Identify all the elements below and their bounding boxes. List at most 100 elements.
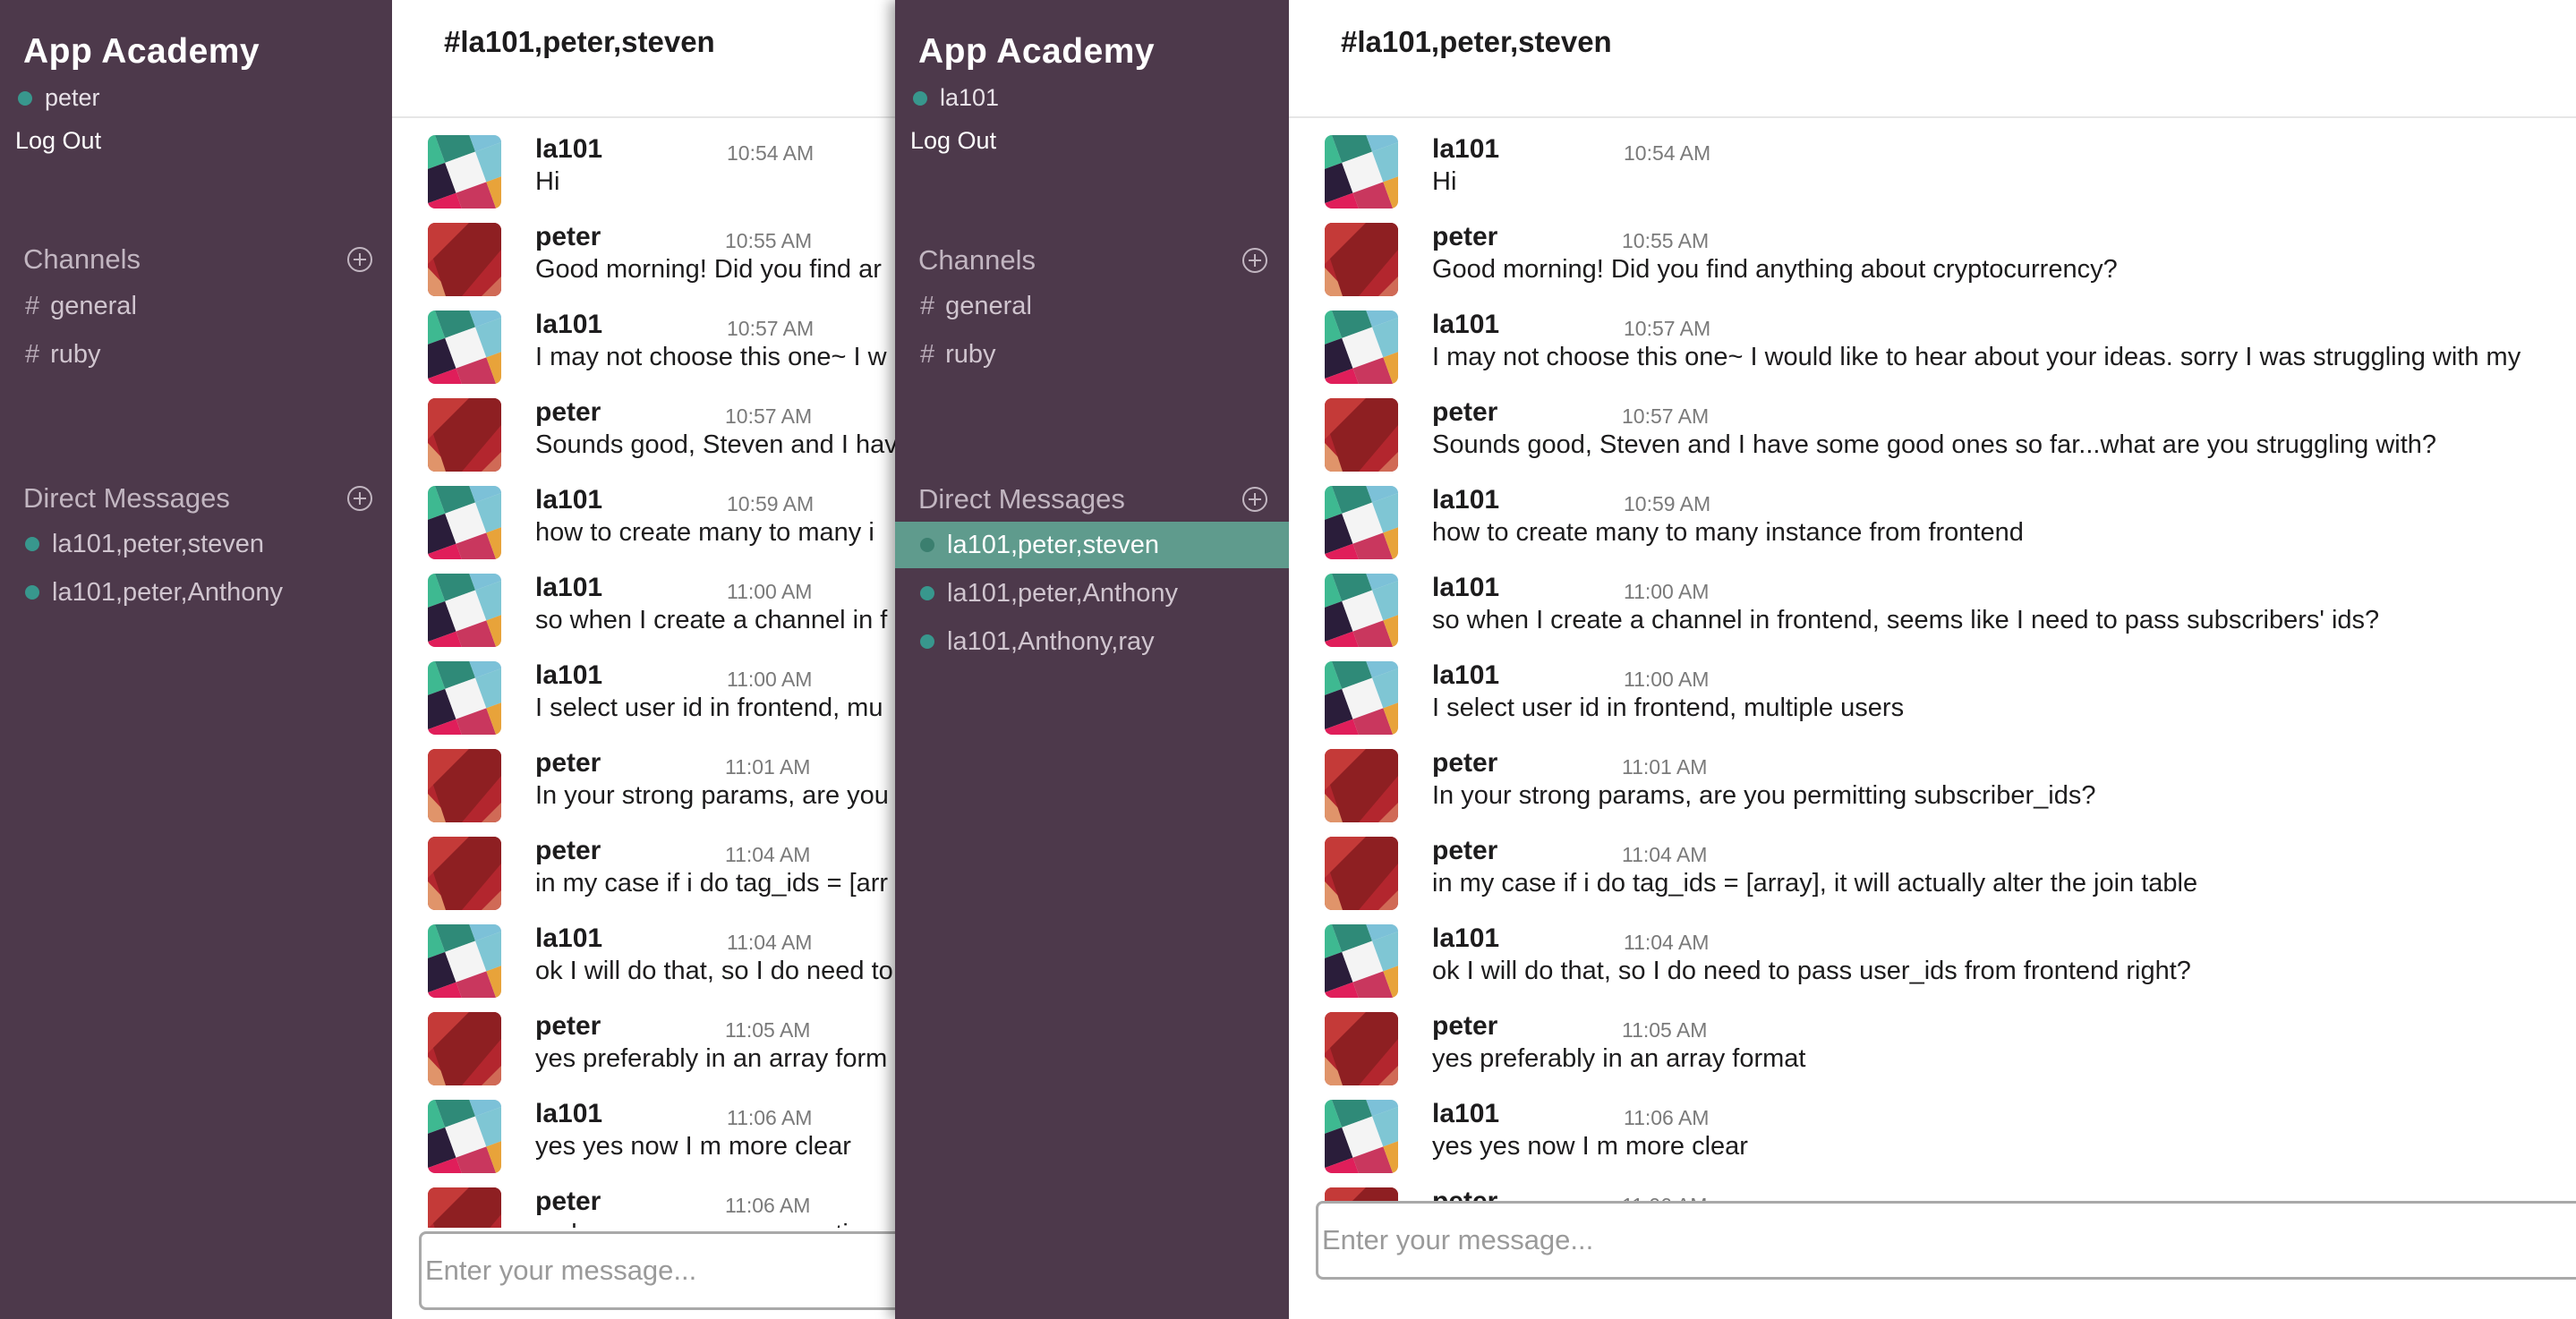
channels-heading[interactable]: Channels bbox=[918, 244, 1036, 277]
sidebar-item-channel-ruby[interactable]: # ruby bbox=[895, 331, 1289, 378]
message-author[interactable]: la101 bbox=[535, 134, 602, 165]
message-author[interactable]: peter bbox=[1432, 1011, 1497, 1042]
message-author[interactable]: la101 bbox=[535, 310, 602, 340]
message-author[interactable]: la101 bbox=[535, 660, 602, 691]
avatar[interactable] bbox=[428, 749, 501, 822]
message-author[interactable]: peter bbox=[1432, 222, 1497, 252]
sidebar-item-channel-general[interactable]: # general bbox=[0, 283, 392, 329]
message-timestamp: 11:06 AM bbox=[1622, 1194, 1707, 1201]
message-text: Sounds good, Steven and I have some good… bbox=[1432, 430, 2437, 459]
message-text: so when I create a channel in frontend, … bbox=[1432, 606, 2380, 634]
message-text: I may not choose this one~ I would like … bbox=[1432, 343, 2521, 371]
avatar[interactable] bbox=[428, 924, 501, 998]
message-text: in my case if i do tag_ids = [array], it… bbox=[1432, 869, 2198, 898]
logout-link[interactable]: Log Out bbox=[15, 127, 101, 155]
message-author[interactable]: la101 bbox=[1432, 660, 1499, 691]
message-author[interactable]: peter bbox=[535, 222, 601, 252]
avatar[interactable] bbox=[428, 1012, 501, 1085]
message-row: la101 11:00 AM so when I create a channel … bbox=[392, 566, 895, 653]
message-list[interactable]: la101 10:54 AM Hi peter 10:55 AM Good morning… bbox=[392, 116, 895, 1228]
message-author[interactable]: la101 bbox=[535, 1099, 602, 1129]
avatar[interactable] bbox=[428, 486, 501, 559]
message-author[interactable]: la101 bbox=[1432, 310, 1499, 340]
sidebar-item-label: la101,peter,steven bbox=[947, 530, 1160, 559]
message-timestamp: 10:55 AM bbox=[1622, 229, 1710, 252]
message-author[interactable]: la101 bbox=[1432, 485, 1499, 515]
channel-header: #la101,peter,steven bbox=[392, 0, 895, 118]
message-author[interactable]: peter bbox=[535, 1011, 601, 1042]
avatar[interactable] bbox=[1325, 924, 1398, 998]
message-timestamp: 11:00 AM bbox=[727, 580, 813, 603]
message-author[interactable]: la101 bbox=[1432, 573, 1499, 603]
avatar[interactable] bbox=[428, 223, 501, 296]
avatar[interactable] bbox=[1325, 749, 1398, 822]
message-author[interactable]: la101 bbox=[535, 485, 602, 515]
avatar[interactable] bbox=[1325, 661, 1398, 735]
message-text: yes yes now I m more clear bbox=[535, 1132, 851, 1161]
avatar[interactable] bbox=[428, 398, 501, 472]
sidebar-item-channel-general[interactable]: # general bbox=[895, 283, 1289, 329]
main-panel: #la101,peter,steven la101 10:54 AM Hi peter… bbox=[392, 0, 895, 1319]
message-text: Hi bbox=[1432, 167, 1457, 196]
avatar[interactable] bbox=[428, 311, 501, 384]
avatar[interactable] bbox=[1325, 223, 1398, 296]
online-status-icon bbox=[920, 538, 934, 552]
message-author[interactable]: peter bbox=[1432, 1187, 1497, 1201]
avatar[interactable] bbox=[428, 574, 501, 647]
message-text: I may not choose this one~ I w bbox=[535, 343, 887, 371]
message-author[interactable]: peter bbox=[535, 836, 601, 866]
message-input[interactable] bbox=[422, 1234, 895, 1307]
message-author[interactable]: la101 bbox=[1432, 923, 1499, 954]
add-channel-icon[interactable] bbox=[1242, 248, 1267, 273]
message-text: make sure you are converting bbox=[535, 1220, 877, 1228]
avatar[interactable] bbox=[428, 837, 501, 910]
channels-heading[interactable]: Channels bbox=[23, 243, 141, 276]
sidebar-item-dm[interactable]: la101,Anthony,ray bbox=[895, 618, 1289, 665]
message-author[interactable]: peter bbox=[535, 397, 601, 428]
logout-link[interactable]: Log Out bbox=[910, 127, 996, 155]
avatar[interactable] bbox=[428, 661, 501, 735]
avatar[interactable] bbox=[1325, 486, 1398, 559]
avatar[interactable] bbox=[428, 1100, 501, 1173]
chat-window-la101: App Academy la101 Log Out Channels # gen… bbox=[895, 0, 2576, 1319]
sidebar-item-channel-ruby[interactable]: # ruby bbox=[0, 331, 392, 378]
message-list[interactable]: la101 10:54 AM Hi peter 10:55 AM Good morning… bbox=[1289, 116, 2576, 1201]
message-author[interactable]: peter bbox=[1432, 748, 1497, 779]
message-author[interactable]: la101 bbox=[535, 573, 602, 603]
avatar[interactable] bbox=[1325, 311, 1398, 384]
message-row: peter 11:01 AM In your strong params, are … bbox=[392, 741, 895, 829]
direct-messages-header: Direct Messages bbox=[23, 482, 372, 515]
avatar[interactable] bbox=[428, 1187, 501, 1228]
avatar[interactable] bbox=[1325, 574, 1398, 647]
sidebar-item-dm[interactable]: la101,peter,steven bbox=[0, 521, 392, 567]
message-author[interactable]: la101 bbox=[1432, 1099, 1499, 1129]
avatar[interactable] bbox=[1325, 398, 1398, 472]
current-user-name: la101 bbox=[940, 84, 1000, 111]
sidebar-item-label: ruby bbox=[945, 339, 996, 369]
sidebar-item-dm-active[interactable]: la101,peter,steven bbox=[895, 522, 1289, 568]
message-author[interactable]: peter bbox=[535, 748, 601, 779]
direct-messages-heading[interactable]: Direct Messages bbox=[23, 482, 230, 515]
message-author[interactable]: la101 bbox=[535, 923, 602, 954]
sidebar-item-dm[interactable]: la101,peter,Anthony bbox=[0, 569, 392, 616]
message-author[interactable]: la101 bbox=[1432, 134, 1499, 165]
sidebar: App Academy peter Log Out Channels # gen… bbox=[0, 0, 392, 1319]
message-input[interactable] bbox=[1318, 1204, 2576, 1277]
avatar[interactable] bbox=[1325, 1012, 1398, 1085]
message-timestamp: 10:54 AM bbox=[1624, 141, 1711, 165]
avatar[interactable] bbox=[428, 135, 501, 208]
avatar[interactable] bbox=[1325, 1187, 1398, 1201]
message-row: peter 11:01 AM In your strong params, are … bbox=[1289, 741, 2576, 829]
add-channel-icon[interactable] bbox=[347, 247, 372, 272]
add-direct-message-icon[interactable] bbox=[1242, 487, 1267, 512]
sidebar-item-dm[interactable]: la101,peter,Anthony bbox=[895, 570, 1289, 617]
avatar[interactable] bbox=[1325, 837, 1398, 910]
message-author[interactable]: peter bbox=[1432, 836, 1497, 866]
message-author[interactable]: peter bbox=[535, 1187, 601, 1217]
message-author[interactable]: peter bbox=[1432, 397, 1497, 428]
direct-messages-heading[interactable]: Direct Messages bbox=[918, 483, 1125, 515]
add-direct-message-icon[interactable] bbox=[347, 486, 372, 511]
avatar[interactable] bbox=[1325, 1100, 1398, 1173]
message-timestamp: 11:04 AM bbox=[725, 843, 811, 866]
avatar[interactable] bbox=[1325, 135, 1398, 208]
